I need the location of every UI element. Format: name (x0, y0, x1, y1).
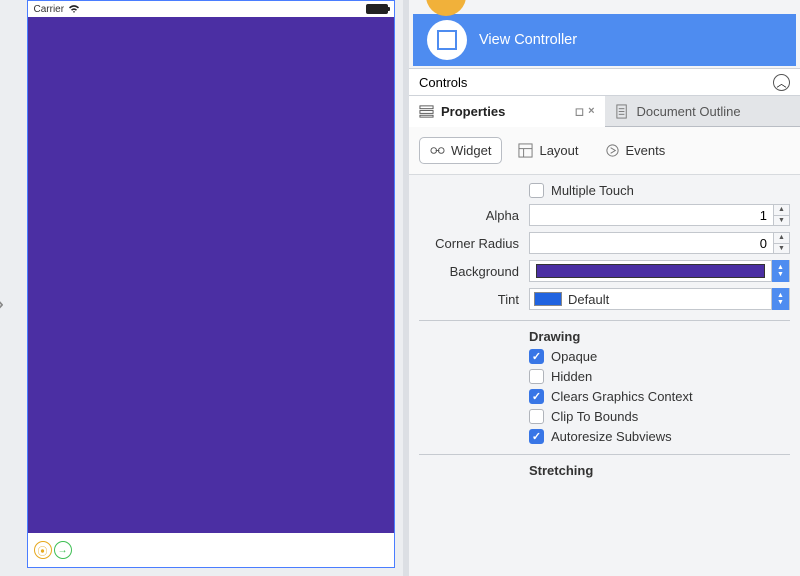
device-preview[interactable]: Carrier ⦿ → (27, 0, 395, 568)
panel-tabs: Properties ◻ × Document Outline (409, 96, 800, 127)
tint-swatch (534, 292, 562, 306)
alpha-label: Alpha (419, 208, 529, 223)
main-view[interactable] (28, 17, 394, 533)
background-swatch (536, 264, 765, 278)
stretching-section-header: Stretching (529, 463, 790, 478)
opaque-checkbox[interactable] (529, 349, 544, 364)
tint-label: Tint (419, 292, 529, 307)
autoresize-label: Autoresize Subviews (551, 429, 672, 444)
clip-bounds-checkbox[interactable] (529, 409, 544, 424)
battery-icon (366, 4, 388, 14)
clip-bounds-label: Clip To Bounds (551, 409, 638, 424)
tab-properties[interactable]: Properties ◻ × (409, 96, 605, 126)
events-icon (605, 143, 620, 158)
alpha-input[interactable] (529, 204, 774, 226)
outline-selected-item[interactable]: View Controller (413, 14, 796, 66)
controls-section-header[interactable]: Controls ︿ (409, 68, 800, 96)
carrier-label: Carrier (34, 4, 65, 15)
scene-dock: ⦿ → (28, 533, 394, 567)
subtab-widget-label: Widget (451, 143, 491, 158)
background-color-picker[interactable]: ▲▼ (529, 260, 790, 282)
tab-document-outline[interactable]: Document Outline (605, 96, 800, 126)
property-subtabs: Widget Layout Events (409, 127, 800, 175)
section-divider (419, 454, 790, 455)
multiple-touch-label: Multiple Touch (551, 183, 634, 198)
subtab-widget[interactable]: Widget (419, 137, 502, 164)
subtab-layout-label: Layout (539, 143, 578, 158)
tab-document-outline-label: Document Outline (637, 104, 741, 119)
pin-icon[interactable]: ◻ (575, 105, 584, 118)
close-tab-icon[interactable]: × (588, 105, 594, 118)
corner-radius-label: Corner Radius (419, 236, 529, 251)
properties-body: Multiple Touch Alpha ▲▼ Corner Radius ▲▼… (409, 175, 800, 493)
section-divider (419, 320, 790, 321)
alpha-stepper[interactable]: ▲▼ (774, 204, 790, 226)
properties-tab-icon (419, 104, 434, 119)
design-canvas: › Carrier ⦿ → (0, 0, 403, 576)
tint-color-picker[interactable]: Default ▲▼ (529, 288, 790, 310)
first-responder-icon[interactable]: ⦿ (34, 541, 52, 559)
controls-label: Controls (419, 75, 467, 90)
wifi-icon (68, 4, 80, 14)
expand-right-icon[interactable]: › (0, 290, 4, 318)
dropdown-arrows-icon: ▲▼ (771, 288, 789, 310)
multiple-touch-checkbox[interactable] (529, 183, 544, 198)
clears-graphics-checkbox[interactable] (529, 389, 544, 404)
inspector-pane: View Controller Controls ︿ Properties ◻ ×… (409, 0, 800, 576)
exit-icon[interactable]: → (54, 541, 72, 559)
outline-selected-label: View Controller (479, 32, 577, 48)
document-outline-tab-icon (615, 104, 630, 119)
layout-icon (518, 143, 533, 158)
clears-graphics-label: Clears Graphics Context (551, 389, 693, 404)
background-label: Background (419, 264, 529, 279)
outline-prev-item (409, 0, 800, 14)
opaque-label: Opaque (551, 349, 597, 364)
status-bar: Carrier (28, 1, 394, 17)
tab-properties-label: Properties (441, 104, 505, 119)
collapse-icon[interactable]: ︿ (773, 74, 790, 91)
dropdown-arrows-icon: ▲▼ (771, 260, 789, 282)
hidden-checkbox[interactable] (529, 369, 544, 384)
subtab-events-label: Events (626, 143, 666, 158)
subtab-events[interactable]: Events (595, 137, 676, 164)
tint-value-text: Default (568, 292, 771, 307)
view-controller-icon (427, 20, 467, 60)
subtab-layout[interactable]: Layout (508, 137, 588, 164)
autoresize-checkbox[interactable] (529, 429, 544, 444)
drawing-section-header: Drawing (529, 329, 790, 344)
corner-radius-stepper[interactable]: ▲▼ (774, 232, 790, 254)
widget-icon (430, 143, 445, 158)
corner-radius-input[interactable] (529, 232, 774, 254)
hidden-label: Hidden (551, 369, 592, 384)
